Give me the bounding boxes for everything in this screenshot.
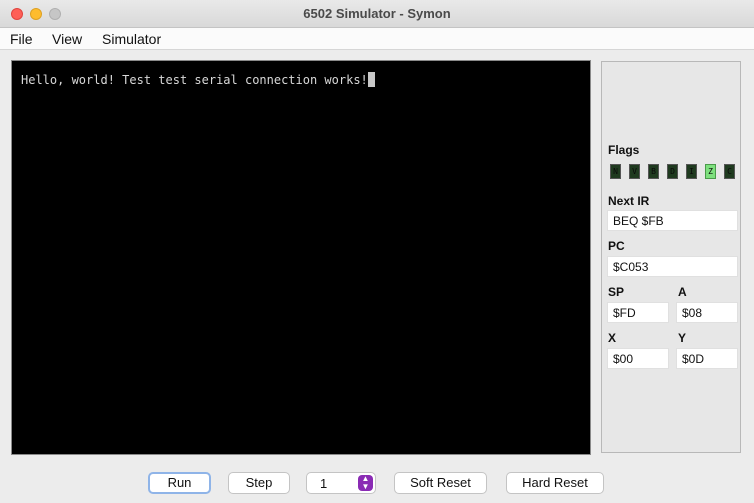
flag-z: Z	[705, 164, 716, 179]
flags-label: Flags	[608, 143, 640, 157]
flag-n: N	[610, 164, 621, 179]
menu-file[interactable]: File	[10, 31, 33, 47]
pc-label: PC	[608, 239, 625, 253]
next-ir-field: BEQ $FB	[607, 210, 738, 231]
up-down-arrows-icon[interactable]: ▲ ▼	[358, 475, 373, 491]
hard-reset-button[interactable]: Hard Reset	[506, 472, 604, 494]
flags-row: N V B D I Z C	[610, 164, 736, 180]
a-label: A	[678, 285, 687, 299]
run-button[interactable]: Run	[148, 472, 211, 494]
y-label: Y	[678, 331, 687, 345]
flag-c: C	[724, 164, 735, 179]
flag-d: D	[667, 164, 678, 179]
x-field: $00	[607, 348, 669, 369]
text-cursor	[367, 72, 375, 87]
flag-b: B	[648, 164, 659, 179]
step-count-select[interactable]: 1 ▲ ▼	[306, 472, 376, 494]
sp-label: SP	[608, 285, 625, 299]
menu-view[interactable]: View	[52, 31, 82, 47]
x-label: X	[608, 331, 617, 345]
step-count-value: 1	[320, 476, 328, 491]
pc-field: $C053	[607, 256, 738, 277]
serial-console[interactable]: Hello, world! Test test serial connectio…	[11, 60, 591, 455]
next-ir-label: Next IR	[608, 194, 650, 208]
a-field: $08	[676, 302, 738, 323]
console-line: Hello, world! Test test serial connectio…	[21, 73, 368, 87]
step-button[interactable]: Step	[228, 472, 290, 494]
control-bar: Run Step 1 ▲ ▼ Soft Reset Hard Reset	[0, 472, 754, 496]
console-output: Hello, world! Test test serial connectio…	[21, 72, 375, 87]
flag-i: I	[686, 164, 697, 179]
menu-simulator[interactable]: Simulator	[102, 31, 161, 47]
flag-v: V	[629, 164, 640, 179]
sp-field: $FD	[607, 302, 669, 323]
menu-bar: File View Simulator	[0, 28, 754, 50]
y-field: $0D	[676, 348, 738, 369]
status-panel: Flags N V B D I Z C Next IR BEQ $FB PC $…	[601, 61, 741, 453]
title-bar: 6502 Simulator - Symon	[0, 0, 754, 28]
window-title: 6502 Simulator - Symon	[303, 6, 451, 21]
soft-reset-button[interactable]: Soft Reset	[394, 472, 487, 494]
